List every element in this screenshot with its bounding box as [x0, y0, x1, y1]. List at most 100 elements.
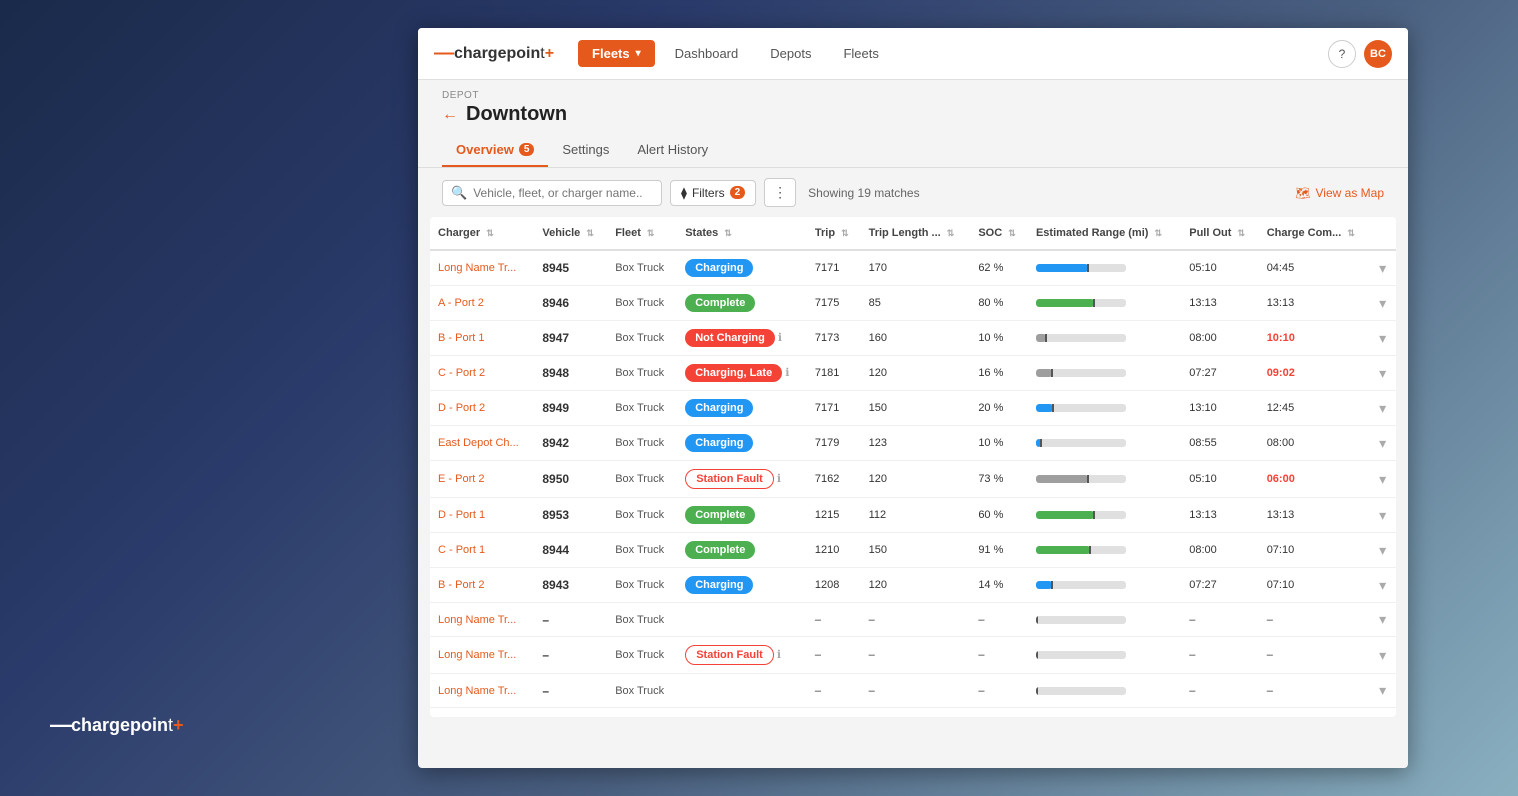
cell-charger: Long Name Tr... [430, 250, 534, 286]
col-header-charger[interactable]: Charger ⇅ [430, 217, 534, 250]
cell-trip: 7181 [807, 356, 861, 391]
search-box[interactable]: 🔍 [442, 180, 662, 206]
cell-soc: 91 % [970, 533, 1028, 568]
status-badge: Complete [685, 506, 755, 524]
cell-pull-out: 13:13 [1181, 286, 1258, 321]
expand-row-button[interactable]: ▾ [1379, 365, 1386, 382]
col-header-estimated-range[interactable]: Estimated Range (mi) ⇅ [1028, 217, 1181, 250]
search-input[interactable] [473, 186, 643, 200]
col-header-fleet[interactable]: Fleet ⇅ [607, 217, 677, 250]
cell-trip-length: 170 [861, 250, 971, 286]
tab-settings[interactable]: Settings [548, 134, 623, 167]
table-row[interactable]: Long Name Tr...8945Box TruckCharging7171… [430, 250, 1396, 286]
cell-expand[interactable]: ▾ [1371, 603, 1396, 637]
cell-expand[interactable]: ▾ [1371, 708, 1396, 718]
cell-soc: 20 % [970, 391, 1028, 426]
cell-charger: C - Port 2 [430, 356, 534, 391]
status-badge: Not Charging [685, 329, 775, 347]
chevron-down-icon: ▾ [636, 48, 641, 59]
cell-expand[interactable]: ▾ [1371, 533, 1396, 568]
more-options-button[interactable]: ⋮ [764, 178, 796, 207]
table-row[interactable]: Long Name Tr...–Box Truck–––––▾ [430, 708, 1396, 718]
cell-soc: 10 % [970, 321, 1028, 356]
table-row[interactable]: C - Port 28948Box TruckCharging, Lateℹ71… [430, 356, 1396, 391]
cell-expand[interactable]: ▾ [1371, 426, 1396, 461]
cell-charge-com: 06:00 [1259, 461, 1371, 498]
col-header-trip-length[interactable]: Trip Length ... ⇅ [861, 217, 971, 250]
cell-expand[interactable]: ▾ [1371, 286, 1396, 321]
cell-expand[interactable]: ▾ [1371, 674, 1396, 708]
filter-button[interactable]: ⧫ Filters 2 [670, 180, 756, 206]
cell-fleet: Box Truck [607, 426, 677, 461]
cell-expand[interactable]: ▾ [1371, 568, 1396, 603]
expand-row-button[interactable]: ▾ [1379, 611, 1386, 628]
expand-row-button[interactable]: ▾ [1379, 647, 1386, 664]
logo-text-bottom: chargepoin [71, 715, 168, 736]
expand-row-button[interactable]: ▾ [1379, 682, 1386, 699]
cell-expand[interactable]: ▾ [1371, 356, 1396, 391]
info-icon[interactable]: ℹ [777, 473, 781, 485]
table-row[interactable]: East Depot Ch...8942Box TruckCharging717… [430, 426, 1396, 461]
expand-row-button[interactable]: ▾ [1379, 577, 1386, 594]
table-row[interactable]: E - Port 28950Box TruckStation Faultℹ716… [430, 461, 1396, 498]
cell-soc: 73 % [970, 461, 1028, 498]
expand-row-button[interactable]: ▾ [1379, 716, 1386, 717]
tab-alert-history[interactable]: Alert History [623, 134, 722, 167]
table-row[interactable]: B - Port 28943Box TruckCharging120812014… [430, 568, 1396, 603]
cell-state: Complete [677, 286, 807, 321]
cell-fleet: Box Truck [607, 533, 677, 568]
expand-row-button[interactable]: ▾ [1379, 435, 1386, 452]
expand-row-button[interactable]: ▾ [1379, 260, 1386, 277]
cell-state: Not Chargingℹ [677, 321, 807, 356]
table-row[interactable]: Long Name Tr...–Box Truck–––––▾ [430, 674, 1396, 708]
col-header-charge-com[interactable]: Charge Com... ⇅ [1259, 217, 1371, 250]
dashboard-nav-link[interactable]: Dashboard [663, 40, 751, 67]
cell-expand[interactable]: ▾ [1371, 498, 1396, 533]
cell-charger: D - Port 1 [430, 498, 534, 533]
info-icon[interactable]: ℹ [785, 367, 789, 379]
table-row[interactable]: B - Port 18947Box TruckNot Chargingℹ7173… [430, 321, 1396, 356]
fleets-nav-button[interactable]: Fleets ▾ [578, 40, 655, 67]
col-header-expand [1371, 217, 1396, 250]
col-header-vehicle[interactable]: Vehicle ⇅ [534, 217, 607, 250]
cell-estimated-range [1028, 356, 1181, 391]
fleets-nav-link[interactable]: Fleets [831, 40, 890, 67]
col-header-states[interactable]: States ⇅ [677, 217, 807, 250]
table-row[interactable]: A - Port 28946Box TruckComplete71758580 … [430, 286, 1396, 321]
cell-vehicle: – [534, 708, 607, 718]
table-row[interactable]: Long Name Tr...–Box TruckStation Faultℹ–… [430, 637, 1396, 674]
col-header-pull-out[interactable]: Pull Out ⇅ [1181, 217, 1258, 250]
expand-row-button[interactable]: ▾ [1379, 507, 1386, 524]
col-header-soc[interactable]: SOC ⇅ [970, 217, 1028, 250]
view-map-button[interactable]: 🗺 View as Map [1295, 186, 1384, 200]
expand-row-button[interactable]: ▾ [1379, 330, 1386, 347]
user-avatar[interactable]: BC [1364, 40, 1392, 68]
table-row[interactable]: C - Port 18944Box TruckComplete121015091… [430, 533, 1396, 568]
cell-expand[interactable]: ▾ [1371, 250, 1396, 286]
table-row[interactable]: D - Port 28949Box TruckCharging717115020… [430, 391, 1396, 426]
cell-charge-com: 13:13 [1259, 286, 1371, 321]
search-icon: 🔍 [451, 185, 467, 201]
cell-expand[interactable]: ▾ [1371, 461, 1396, 498]
help-button[interactable]: ? [1328, 40, 1356, 68]
table-row[interactable]: Long Name Tr...–Box Truck–––––▾ [430, 603, 1396, 637]
expand-row-button[interactable]: ▾ [1379, 400, 1386, 417]
cell-charger: B - Port 1 [430, 321, 534, 356]
info-icon[interactable]: ℹ [778, 332, 782, 344]
col-header-trip[interactable]: Trip ⇅ [807, 217, 861, 250]
expand-row-button[interactable]: ▾ [1379, 295, 1386, 312]
cell-soc: – [970, 603, 1028, 637]
depots-nav-link[interactable]: Depots [758, 40, 823, 67]
tab-overview[interactable]: Overview 5 [442, 134, 548, 167]
app-window: — chargepoin t + Fleets ▾ Dashboard Depo… [418, 28, 1408, 768]
cell-expand[interactable]: ▾ [1371, 637, 1396, 674]
expand-row-button[interactable]: ▾ [1379, 471, 1386, 488]
cell-pull-out: – [1181, 674, 1258, 708]
expand-row-button[interactable]: ▾ [1379, 542, 1386, 559]
cell-expand[interactable]: ▾ [1371, 391, 1396, 426]
back-arrow-icon[interactable]: ← [442, 106, 458, 124]
info-icon[interactable]: ℹ [777, 649, 781, 661]
cell-soc: 10 % [970, 426, 1028, 461]
table-row[interactable]: D - Port 18953Box TruckComplete121511260… [430, 498, 1396, 533]
cell-expand[interactable]: ▾ [1371, 321, 1396, 356]
